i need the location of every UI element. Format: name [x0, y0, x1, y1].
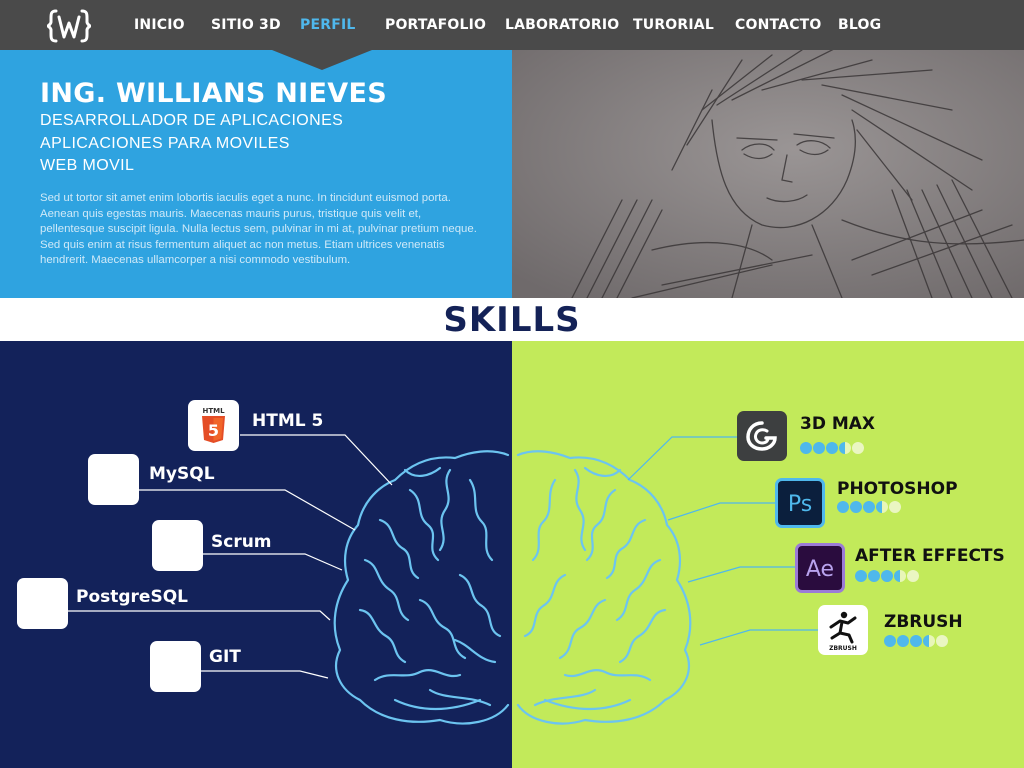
logo-icon[interactable]	[47, 8, 91, 44]
html5-icon: HTML 5	[188, 400, 239, 451]
nav-item-contacto[interactable]: CONTACTO	[735, 17, 822, 33]
nav-item-inicio[interactable]: INICIO	[134, 17, 185, 33]
rating-dot	[907, 570, 919, 582]
rating-dots	[837, 501, 901, 513]
active-nav-indicator	[272, 50, 372, 70]
rating-dots	[855, 570, 919, 582]
rating-dots	[800, 442, 864, 454]
skill-label-mysql: MySQL	[149, 464, 215, 484]
nav-item-blog[interactable]: BLOG	[838, 17, 881, 33]
rating-dot	[800, 442, 812, 454]
rating-dot	[855, 570, 867, 582]
skill-label-3dsmax: 3D MAX	[800, 414, 876, 434]
photoshop-icon: Ps	[775, 478, 825, 528]
rating-dot	[850, 501, 862, 513]
nav-item-turorial[interactable]: TURORIAL	[633, 17, 714, 33]
svg-text:Ae: Ae	[806, 557, 834, 582]
postgresql-icon	[17, 578, 68, 629]
rating-dot	[889, 501, 901, 513]
rating-dot	[813, 442, 825, 454]
scrum-icon	[152, 520, 203, 571]
skill-label-after-effects: AFTER EFFECTS	[855, 546, 1005, 566]
profile-sketch-image	[512, 50, 1024, 298]
top-nav: INICIO SITIO 3D PERFIL PORTAFOLIO LABORA…	[0, 0, 1024, 50]
rating-dot	[923, 635, 935, 647]
after-effects-icon: Ae	[795, 543, 845, 593]
profile-name: ING. WILLIANS NIEVES	[40, 78, 387, 109]
skill-label-scrum: Scrum	[211, 532, 272, 552]
skill-label-postgresql: PostgreSQL	[76, 587, 188, 607]
technical-skills-panel	[0, 341, 512, 768]
rating-dot	[852, 442, 864, 454]
profile-role: APLICACIONES PARA MOVILES	[40, 135, 290, 152]
skill-label-git: GIT	[209, 647, 241, 667]
svg-text:HTML: HTML	[202, 407, 225, 415]
skill-label-photoshop: PHOTOSHOP	[837, 479, 958, 499]
rating-dot	[897, 635, 909, 647]
rating-dot	[881, 570, 893, 582]
nav-item-sitio-3d[interactable]: SITIO 3D	[211, 17, 281, 33]
git-icon	[150, 641, 201, 692]
rating-dot	[884, 635, 896, 647]
profile-role: DESARROLLADOR DE APLICACIONES	[40, 112, 344, 129]
skill-label-zbrush: ZBRUSH	[884, 612, 963, 632]
rating-dot	[826, 442, 838, 454]
profile-role: WEB MOVIL	[40, 157, 135, 174]
skills-title: SKILLS	[443, 300, 581, 340]
mysql-icon	[88, 454, 139, 505]
svg-text:Ps: Ps	[788, 492, 812, 517]
rating-dot	[910, 635, 922, 647]
rating-dot	[894, 570, 906, 582]
profile-description: Sed ut tortor sit amet enim lobortis iac…	[40, 192, 477, 266]
rating-dot	[876, 501, 888, 513]
svg-text:ZBRUSH: ZBRUSH	[829, 645, 857, 652]
nav-item-portafolio[interactable]: PORTAFOLIO	[385, 17, 486, 33]
nav-item-perfil[interactable]: PERFIL	[300, 17, 356, 33]
rating-dot	[839, 442, 851, 454]
rating-dot	[837, 501, 849, 513]
zbrush-icon: ZBRUSH	[818, 605, 868, 655]
rating-dot	[936, 635, 948, 647]
3dsmax-icon	[737, 411, 787, 461]
rating-dot	[868, 570, 880, 582]
rating-dot	[863, 501, 875, 513]
nav-item-laboratorio[interactable]: LABORATORIO	[505, 17, 619, 33]
rating-dots	[884, 635, 948, 647]
skill-label-html5: HTML 5	[252, 411, 324, 431]
svg-text:5: 5	[208, 421, 219, 440]
